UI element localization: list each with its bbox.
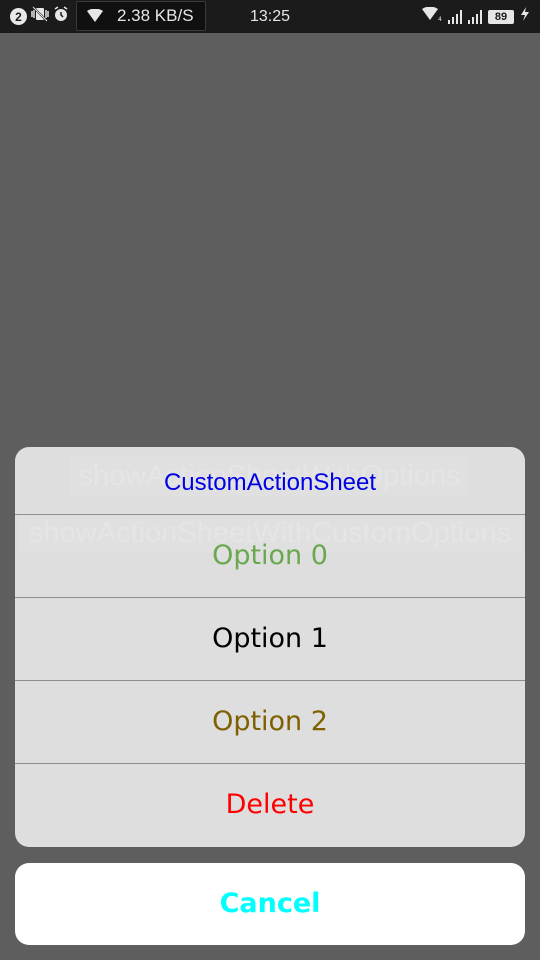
signal-icon <box>468 9 482 24</box>
battery-icon: 89 <box>488 9 514 24</box>
action-sheet-title: CustomActionSheet <box>15 447 525 515</box>
wifi-icon <box>85 9 105 23</box>
alarm-icon <box>53 6 69 27</box>
status-right-icons: 4 89 <box>422 0 530 33</box>
hotspot-wifi-icon: 4 <box>422 6 442 26</box>
option-2-button[interactable]: Option 2 <box>15 681 525 764</box>
option-0-button[interactable]: Option 0 <box>15 515 525 598</box>
status-bar: 2 2.38 KB/S 13:25 4 89 <box>0 0 540 33</box>
signal-icon <box>448 9 462 24</box>
vibrate-off-icon <box>31 6 49 27</box>
svg-text:4: 4 <box>438 16 442 21</box>
notification-count-icon: 2 <box>10 8 27 25</box>
option-1-button[interactable]: Option 1 <box>15 598 525 681</box>
status-left-icons: 2 <box>10 0 69 33</box>
network-speed-indicator: 2.38 KB/S <box>76 1 206 31</box>
delete-button[interactable]: Delete <box>15 764 525 847</box>
action-sheet: CustomActionSheet Option 0 Option 1 Opti… <box>15 447 525 847</box>
network-speed-text: 2.38 KB/S <box>117 6 194 25</box>
cancel-button[interactable]: Cancel <box>15 863 525 945</box>
charging-icon <box>520 7 530 26</box>
